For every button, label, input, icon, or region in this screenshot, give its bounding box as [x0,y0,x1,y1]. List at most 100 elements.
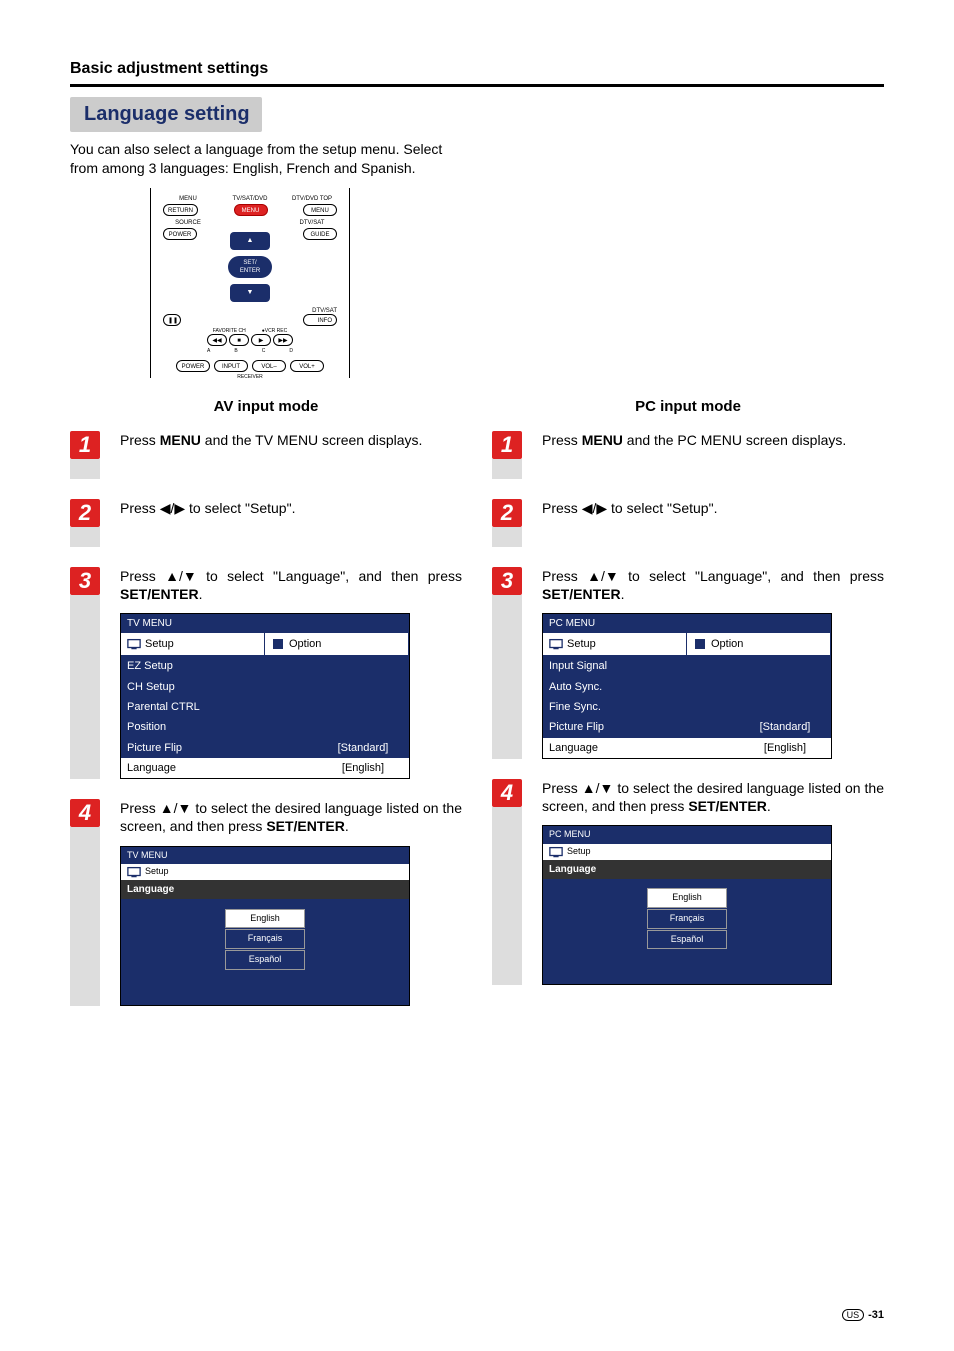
step-number: 1 [70,431,100,459]
remote-set-enter: SET/ENTER [228,256,272,278]
tv-icon [549,638,563,650]
menu-row: Language[English] [543,738,831,758]
up-arrow-icon: ▲ [230,232,270,250]
step-4: 4 Press ▲/▼ to select the desired langua… [70,799,462,1005]
step-3: 3 Press ▲/▼ to select "Language", and th… [70,567,462,779]
menu-row: Input Signal [543,656,831,676]
remote-button: INPUT [214,360,248,372]
menu-title: TV MENU [121,614,409,633]
menu-tab-setup: Setup [543,844,831,860]
up-down-arrow-icon: ▲/▼ [587,567,619,585]
remote-label: MENU [163,196,213,202]
step-number: 3 [492,567,522,595]
tv-menu-screenshot: TV MENU Setup Option EZ SetupCH SetupPar… [120,613,410,779]
menu-title: PC MENU [543,826,831,844]
language-option: Français [225,929,305,949]
step-number: 1 [492,431,522,459]
av-mode-title: AV input mode [70,398,462,415]
tv-icon [127,866,141,878]
remote-label: DTV/SAT [287,220,337,226]
remote-dpad: ▲ SET/ENTER ▼ [215,232,285,302]
pc-language-screenshot: PC MENU Setup Language EnglishFrançaisEs… [542,825,832,985]
menu-tab-setup: Setup [543,633,687,655]
language-option: English [647,888,727,908]
remote-label: RECEIVER [163,374,337,380]
remote-menu-button: MENU [234,204,268,216]
menu-row: Parental CTRL [121,697,409,717]
remote-button: VOL+ [290,360,324,372]
step-2: 2 Press ◀/▶ to select "Setup". [70,499,462,547]
menu-row: Picture Flip[Standard] [121,738,409,758]
language-option: Español [225,950,305,970]
remote-button: MENU [303,204,337,216]
language-heading: Language setting [70,97,262,132]
remote-button: GUIDE [303,228,337,240]
remote-button: RETURN [163,204,198,216]
remote-button: POWER [176,360,210,372]
step-2: 2 Press ◀/▶ to select "Setup". [492,499,884,547]
step-number: 3 [70,567,100,595]
left-right-arrow-icon: ◀/▶ [582,499,607,517]
menu-tab-setup: Setup [121,633,265,655]
step-1: 1 Press MENU and the PC MENU screen disp… [492,431,884,479]
tv-icon [127,638,141,650]
language-option: English [225,909,305,929]
option-icon [271,638,285,650]
language-option: Français [647,909,727,929]
remote-label: SOURCE [163,220,213,226]
step-number: 4 [492,779,522,807]
menu-row: CH Setup [121,677,409,697]
menu-row: EZ Setup [121,656,409,676]
left-right-arrow-icon: ◀/▶ [160,499,185,517]
remote-button: ◀◀ [207,334,227,346]
remote-button: ■ [229,334,249,346]
remote-button: ▶▶ [273,334,293,346]
down-arrow-icon: ▼ [230,284,270,302]
section-title: Basic adjustment settings [70,60,884,78]
remote-button: VOL– [252,360,286,372]
step-3: 3 Press ▲/▼ to select "Language", and th… [492,567,884,759]
remote-button: ❚❚ [163,314,181,326]
step-4: 4 Press ▲/▼ to select the desired langua… [492,779,884,985]
remote-label: TV/SAT/DVD [225,196,275,202]
menu-subtitle: Language [121,880,409,899]
menu-tab-setup: Setup [121,864,409,880]
step-1: 1 Press MENU and the TV MENU screen disp… [70,431,462,479]
remote-illustration: MENU TV/SAT/DVD DTV/DVD TOP RETURN MENU … [150,188,350,378]
menu-row: Language[English] [121,758,409,778]
up-down-arrow-icon: ▲/▼ [160,799,192,817]
page-footer: US-31 [842,1309,884,1321]
menu-row: Picture Flip[Standard] [543,717,831,737]
remote-button: ▶ [251,334,271,346]
language-option: Español [647,930,727,950]
tv-language-screenshot: TV MENU Setup Language EnglishFrançaisEs… [120,846,410,1006]
step-number: 4 [70,799,100,827]
menu-row: Auto Sync. [543,677,831,697]
region-badge: US [842,1309,865,1321]
divider [70,84,884,87]
remote-button: POWER [163,228,197,240]
menu-title: TV MENU [121,847,409,865]
step-number: 2 [70,499,100,527]
menu-tab-option: Option [687,633,831,655]
pc-column: PC input mode 1 Press MENU and the PC ME… [492,398,884,1026]
up-down-arrow-icon: ▲/▼ [582,779,614,797]
option-icon [693,638,707,650]
pc-mode-title: PC input mode [492,398,884,415]
menu-tab-option: Option [265,633,409,655]
pc-menu-screenshot: PC MENU Setup Option Input SignalAuto Sy… [542,613,832,759]
menu-row: Fine Sync. [543,697,831,717]
remote-label: ●VCR REC [262,328,288,334]
remote-button: INFO [303,314,337,326]
page-number: -31 [868,1309,884,1321]
menu-subtitle: Language [543,860,831,879]
av-column: AV input mode 1 Press MENU and the TV ME… [70,398,462,1026]
remote-label: DTV/DVD TOP [287,196,337,202]
step-number: 2 [492,499,522,527]
menu-row: Position [121,717,409,737]
tv-icon [549,846,563,858]
up-down-arrow-icon: ▲/▼ [165,567,197,585]
remote-label: FAVORITE CH [213,328,246,334]
menu-title: PC MENU [543,614,831,633]
intro-text: You can also select a language from the … [70,140,460,178]
